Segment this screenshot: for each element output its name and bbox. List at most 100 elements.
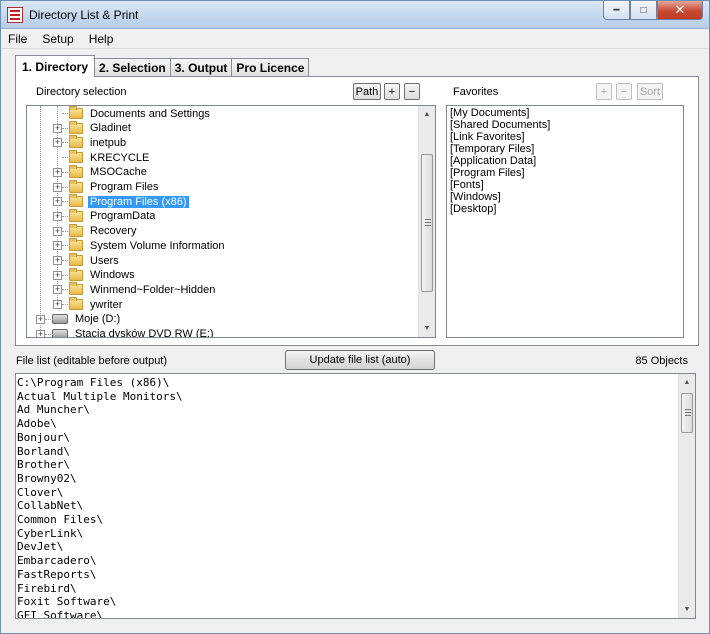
file-list-scrollbar[interactable]: ▲ ▼ (678, 374, 695, 618)
expand-icon[interactable]: + (53, 270, 62, 280)
expand-icon[interactable]: + (53, 182, 62, 192)
tab-output[interactable]: 3. Output (169, 58, 233, 77)
tab-directory[interactable]: 1. Directory (15, 55, 96, 77)
expand-icon[interactable]: + (53, 167, 62, 177)
folder-icon (69, 164, 83, 178)
file-scroll-up-icon[interactable]: ▲ (679, 374, 695, 391)
file-list-line[interactable]: Common Files\ (17, 513, 183, 527)
file-list-line[interactable]: CyberLink\ (17, 527, 183, 541)
tree-item-label: Stacja dysków DVD RW (E:) (75, 328, 214, 338)
drive-icon (52, 314, 68, 325)
file-list-line[interactable]: C:\Program Files (x86)\ (17, 376, 183, 390)
sort-favorites-button[interactable]: Sort (637, 83, 663, 100)
file-list-line[interactable]: Browny02\ (17, 472, 183, 486)
file-list-line[interactable]: GFI Software\ (17, 609, 183, 618)
file-scroll-thumb[interactable] (681, 393, 693, 433)
favorite-item[interactable]: [Temporary Files] (450, 143, 680, 155)
tree-item-label: Documents and Settings (90, 107, 210, 120)
expand-icon[interactable]: + (36, 329, 45, 337)
close-button[interactable]: ✕ (657, 1, 703, 20)
favorite-item[interactable]: [Fonts] (450, 179, 680, 191)
update-file-list-button[interactable]: Update file list (auto) (285, 350, 435, 370)
add-directory-button[interactable]: + (384, 83, 400, 100)
minimize-button[interactable]: ━ (603, 1, 630, 20)
expand-icon[interactable]: + (53, 123, 62, 133)
menu-file[interactable]: File (7, 32, 28, 46)
tree-scrollbar[interactable]: ▲ ▼ (418, 106, 435, 337)
menu-help[interactable]: Help (88, 32, 115, 46)
maximize-button[interactable]: □ (630, 1, 657, 20)
tree-drive-item[interactable]: + Moje (D:) (36, 312, 122, 327)
path-button[interactable]: Path (353, 83, 381, 100)
tree-drive-item[interactable]: + Stacja dysków DVD RW (E:) (36, 327, 216, 338)
file-list-editor[interactable]: C:\Program Files (x86)\ Actual Multiple M… (15, 373, 696, 619)
file-list-text[interactable]: C:\Program Files (x86)\ Actual Multiple M… (17, 376, 183, 618)
file-list-line[interactable]: Adobe\ (17, 417, 183, 431)
tab-pro-licence[interactable]: Pro Licence (231, 58, 310, 77)
favorite-item[interactable]: [Windows] (450, 191, 680, 203)
expand-icon[interactable]: + (53, 241, 62, 251)
file-list-line[interactable]: CollabNet\ (17, 499, 183, 513)
tree-folder-item[interactable]: + Winmend~Folder~Hidden (53, 282, 217, 297)
favorite-item[interactable]: [My Documents] (450, 107, 680, 119)
favorite-item[interactable]: [Shared Documents] (450, 119, 680, 131)
expand-icon[interactable]: + (53, 138, 62, 148)
tree-folder-item[interactable]: + ywriter (53, 297, 124, 312)
expand-icon[interactable]: + (53, 197, 62, 207)
directory-tree[interactable]: ▲ ▼ Documents and Settings + Gladinet + inet… (26, 105, 436, 338)
folder-icon (69, 135, 83, 149)
tree-folder-item[interactable]: + Windows (53, 267, 137, 283)
expand-icon[interactable]: + (53, 226, 62, 236)
menu-setup[interactable]: Setup (41, 32, 74, 46)
file-list-line[interactable]: Firebird\ (17, 582, 183, 596)
favorite-item[interactable]: [Program Files] (450, 167, 680, 179)
tree-folder-item[interactable]: + Users (53, 253, 121, 268)
file-list-line[interactable]: Foxit Software\ (17, 595, 183, 609)
tab-strip: 1. Directory 2. Selection 3. Output Pro … (15, 55, 310, 77)
expand-icon[interactable]: + (53, 211, 62, 221)
file-list-line[interactable]: Bonjour\ (17, 431, 183, 445)
expand-icon[interactable]: + (36, 314, 45, 324)
file-list-line[interactable]: Actual Multiple Monitors\ (17, 390, 183, 404)
file-list-line[interactable]: FastReports\ (17, 568, 183, 582)
tree-folder-item[interactable]: + MSOCache (53, 164, 149, 180)
tree-folder-item[interactable]: + Recovery (53, 223, 138, 239)
favorite-item[interactable]: [Link Favorites] (450, 131, 680, 143)
app-list-icon[interactable] (7, 7, 23, 23)
tree-scroll-thumb[interactable] (421, 154, 433, 292)
tree-item-label: Winmend~Folder~Hidden (90, 283, 216, 296)
tree-folder-item[interactable]: + System Volume Information (53, 238, 227, 253)
tree-folder-item[interactable]: + Gladinet (53, 120, 133, 136)
tree-scroll-up-icon[interactable]: ▲ (419, 106, 435, 123)
add-favorite-button[interactable]: + (596, 83, 612, 100)
file-list-line[interactable]: DevJet\ (17, 540, 183, 554)
file-list-line[interactable]: Embarcadero\ (17, 554, 183, 568)
tree-folder-item[interactable]: Documents and Settings (53, 106, 212, 121)
file-scroll-down-icon[interactable]: ▼ (679, 601, 695, 618)
favorite-item[interactable]: [Desktop] (450, 203, 680, 215)
expand-icon[interactable]: + (53, 300, 62, 310)
file-list-line[interactable]: Clover\ (17, 486, 183, 500)
expand-icon[interactable]: + (53, 285, 62, 295)
tree-folder-item[interactable]: + ProgramData (53, 208, 157, 224)
file-list-line[interactable]: Borland\ (17, 445, 183, 459)
remove-favorite-button[interactable]: − (616, 83, 632, 100)
tree-scroll-down-icon[interactable]: ▼ (419, 320, 435, 337)
tree-folder-item[interactable]: KRECYCLE (53, 150, 151, 165)
tree-folder-item[interactable]: + inetpub (53, 135, 128, 150)
folder-icon (69, 297, 83, 311)
folder-icon (69, 150, 83, 164)
remove-directory-button[interactable]: − (404, 83, 420, 100)
file-list-line[interactable]: Brother\ (17, 458, 183, 472)
tree-item-label: MSOCache (90, 166, 147, 179)
title-bar[interactable]: Directory List & Print ━ □ ✕ (1, 1, 709, 29)
favorite-item[interactable]: [Application Data] (450, 155, 680, 167)
tree-folder-item[interactable]: + Program Files (53, 179, 160, 195)
folder-icon (69, 106, 83, 119)
tree-item-label: ProgramData (90, 210, 156, 223)
favorites-list[interactable]: [My Documents] [Shared Documents] [Link Fa… (446, 105, 684, 338)
tab-selection[interactable]: 2. Selection (94, 58, 171, 77)
tree-folder-item[interactable]: + Program Files (x86) (53, 194, 189, 209)
file-list-line[interactable]: Ad Muncher\ (17, 403, 183, 417)
expand-icon[interactable]: + (53, 256, 62, 265)
